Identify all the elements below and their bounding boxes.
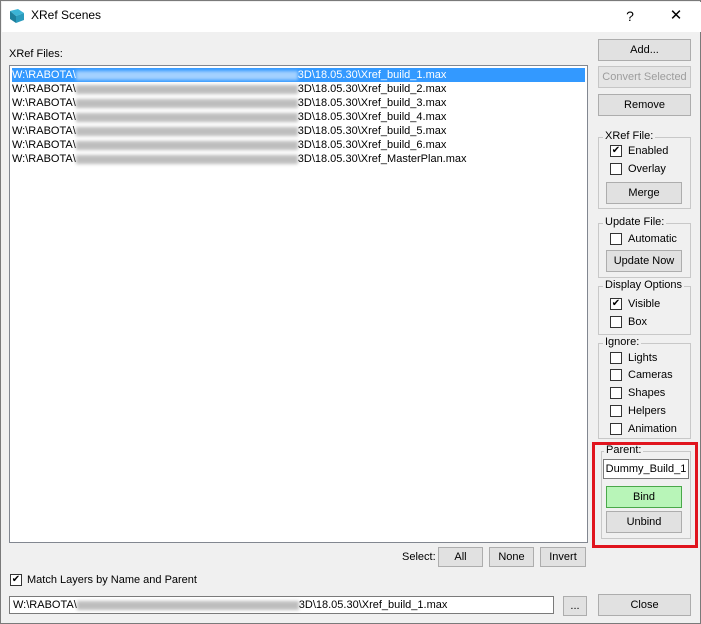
shapes-label: Shapes (628, 387, 666, 399)
path-prefix: W:\RABOTA\ (12, 69, 76, 81)
animation-label: Animation (628, 423, 677, 435)
update-now-button[interactable]: Update Now (606, 250, 682, 272)
close-button[interactable]: Close (598, 594, 691, 616)
animation-checkbox[interactable] (610, 423, 622, 435)
visible-checkbox[interactable]: ✔ (610, 298, 622, 310)
redacted-path-segment (75, 70, 298, 80)
helpers-checkbox[interactable] (610, 405, 622, 417)
redacted-path-segment (75, 126, 298, 136)
path-suffix: 3D\18.05.30\Xref_build_3.max (297, 97, 447, 109)
list-item[interactable]: W:\RABOTA\ 3D\18.05.30\Xref_MasterPlan.ma… (12, 152, 467, 166)
lights-checkbox[interactable] (610, 352, 622, 364)
xref-path-field[interactable]: W:\RABOTA\ 3D\18.05.30\Xref_build_1.max (9, 596, 554, 614)
path-suffix: 3D\18.05.30\Xref_build_5.max (297, 125, 447, 137)
overlay-label: Overlay (628, 163, 666, 175)
automatic-label: Automatic (628, 233, 677, 245)
list-item[interactable]: W:\RABOTA\ 3D\18.05.30\Xref_build_3.max (12, 96, 446, 110)
match-layers-checkbox[interactable]: ✔ (10, 574, 22, 586)
lights-label: Lights (628, 352, 658, 364)
3ds-max-logo-icon (10, 9, 24, 23)
path-prefix: W:\RABOTA\ (12, 125, 76, 137)
match-layers-label: Match Layers by Name and Parent (27, 574, 197, 586)
path-prefix: W:\RABOTA\ (12, 139, 76, 151)
box-label: Box (628, 316, 647, 328)
select-invert-button[interactable]: Invert (540, 547, 586, 567)
cameras-checkbox[interactable] (610, 369, 622, 381)
path-suffix: 3D\18.05.30\Xref_build_2.max (297, 83, 447, 95)
overlay-checkbox[interactable] (610, 163, 622, 175)
path-prefix: W:\RABOTA\ (12, 97, 76, 109)
redacted-path-segment (75, 140, 298, 150)
path-prefix: W:\RABOTA\ (12, 83, 76, 95)
path-prefix: W:\RABOTA\ (12, 111, 76, 123)
cameras-label: Cameras (628, 369, 673, 381)
automatic-checkbox[interactable] (610, 233, 622, 245)
helpers-label: Helpers (628, 405, 666, 417)
visible-label: Visible (628, 298, 661, 310)
close-window-button[interactable]: ✕ (656, 5, 696, 27)
path-prefix: W:\RABOTA\ (12, 153, 76, 165)
xref-files-label: XRef Files: (9, 48, 63, 60)
enabled-checkbox[interactable]: ✔ (610, 145, 622, 157)
window-title: XRef Scenes (31, 8, 102, 22)
browse-button[interactable]: ... (563, 596, 587, 616)
update-file-legend: Update File: (603, 216, 667, 228)
redacted-path-segment (75, 84, 298, 94)
path-suffix: 3D\18.05.30\Xref_build_1.max (298, 599, 448, 611)
select-none-button[interactable]: None (489, 547, 534, 567)
add-button[interactable]: Add... (598, 39, 691, 61)
select-all-button[interactable]: All (438, 547, 483, 567)
list-item[interactable]: W:\RABOTA\ 3D\18.05.30\Xref_build_5.max (12, 124, 446, 138)
redacted-path-segment (75, 112, 298, 122)
ignore-legend: Ignore: (603, 336, 642, 348)
xref-files-list[interactable]: W:\RABOTA\ 3D\18.05.30\Xref_build_1.max W… (9, 65, 588, 543)
list-item[interactable]: W:\RABOTA\ 3D\18.05.30\Xref_build_6.max (12, 138, 446, 152)
list-item[interactable]: W:\RABOTA\ 3D\18.05.30\Xref_build_2.max (12, 82, 446, 96)
path-suffix: 3D\18.05.30\Xref_build_1.max (297, 69, 447, 81)
xref-scenes-dialog: XRef Scenes ? ✕ XRef Files: W:\RABOTA\ 3D… (0, 0, 701, 624)
redacted-path-segment (76, 600, 299, 610)
path-suffix: 3D\18.05.30\Xref_build_6.max (297, 139, 447, 151)
xref-file-legend: XRef File: (603, 130, 656, 142)
box-checkbox[interactable] (610, 316, 622, 328)
title-bar (2, 2, 701, 32)
help-button[interactable]: ? (618, 5, 642, 27)
path-suffix: 3D\18.05.30\Xref_build_4.max (297, 111, 447, 123)
shapes-checkbox[interactable] (610, 387, 622, 399)
path-suffix: 3D\18.05.30\Xref_MasterPlan.max (297, 153, 467, 165)
select-label: Select: (402, 551, 436, 563)
highlight-annotation (592, 442, 698, 548)
remove-button[interactable]: Remove (598, 94, 691, 116)
list-item[interactable]: W:\RABOTA\ 3D\18.05.30\Xref_build_4.max (12, 110, 446, 124)
list-item[interactable]: W:\RABOTA\ 3D\18.05.30\Xref_build_1.max (12, 68, 585, 82)
redacted-path-segment (75, 154, 298, 164)
convert-selected-button[interactable]: Convert Selected (598, 66, 691, 88)
display-options-legend: Display Options (603, 279, 685, 291)
merge-button[interactable]: Merge (606, 182, 682, 204)
redacted-path-segment (75, 98, 298, 108)
enabled-label: Enabled (628, 145, 669, 157)
path-prefix: W:\RABOTA\ (13, 599, 77, 611)
